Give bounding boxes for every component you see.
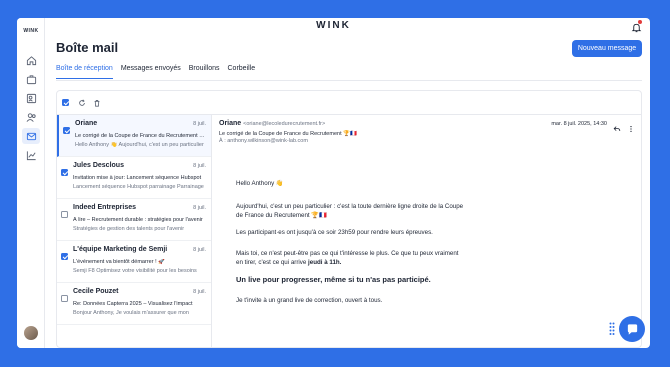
sidebar-item-jobs[interactable] [22, 71, 40, 87]
tab-drafts[interactable]: Brouillons [189, 65, 220, 79]
tab-sent[interactable]: Messages envoyés [121, 65, 181, 79]
tabs-divider [56, 80, 642, 81]
notification-dot [638, 20, 642, 24]
avatar[interactable] [24, 326, 38, 340]
email-sender: Jules Desclous [73, 162, 124, 169]
email-preview: Stratégies de gestion des talents pour l… [73, 226, 185, 232]
delete-button[interactable] [92, 98, 101, 107]
new-message-button[interactable]: Nouveau message [572, 40, 642, 57]
email-subject: L'événement va bientôt démarrer ! 🚀 [73, 259, 165, 265]
refresh-icon [78, 98, 85, 106]
notifications-button[interactable] [631, 20, 642, 33]
app-window: WINK WINK Boîte mail Nouveau message Boî… [17, 18, 650, 348]
email-subject: Invitation mise à jour: Lancement séquen… [73, 175, 202, 181]
list-item[interactable]: Cecile Pouzet 8 juil. Re: Données Capter… [57, 283, 211, 325]
email-reader: Oriane <oriane@lecoledurecrutement.fr> L… [213, 115, 641, 347]
email-preview: Hello Anthony 👋 Aujourd'hui, c'est un pe… [75, 142, 204, 148]
email-date: 8 juil. [193, 121, 206, 127]
briefcase-icon [26, 74, 36, 84]
email-subject: À lire – Recrutement durable : stratégie… [73, 217, 203, 223]
email-body: Hello Anthony 👋 Aujourd'hui, c'est un pe… [236, 179, 466, 313]
users-icon [26, 112, 36, 122]
drag-handle[interactable] [609, 322, 615, 336]
list-item[interactable]: L'équipe Marketing de Semji 8 juil. L'év… [57, 241, 211, 283]
reader-sender: Oriane <oriane@lecoledurecrutement.fr> [219, 120, 325, 127]
email-list: Oriane 8 juil. Le corrigé de la Coupe de… [57, 115, 212, 347]
list-item[interactable]: Jules Desclous 8 juil. Invitation mise à… [57, 157, 211, 199]
sidebar-item-mail[interactable] [22, 128, 40, 144]
more-vertical-icon [630, 125, 632, 133]
sidebar-item-stats[interactable] [22, 147, 40, 163]
chat-button[interactable] [619, 316, 645, 342]
email-preview: Semji F8 Optimisez votre visibilité pour… [73, 268, 197, 274]
email-subject: Re: Données Capterra 2025 – Visualisez l… [73, 301, 193, 307]
grip-icon [609, 322, 615, 335]
email-subject: Le corrigé de la Coupe de France du Recr… [75, 133, 209, 139]
reader-subject: Le corrigé de la Coupe de France du Recr… [219, 131, 357, 137]
refresh-button[interactable] [77, 98, 86, 107]
email-date: 8 juil. [193, 205, 206, 211]
email-checkbox[interactable] [61, 205, 68, 223]
chart-icon [26, 150, 36, 160]
email-sender: L'équipe Marketing de Semji [73, 246, 168, 253]
email-paragraph-text: Mais toi, ce n'est peut-être pas ce qui … [236, 250, 459, 266]
select-all-checkbox[interactable] [61, 98, 70, 107]
email-sender: Cecile Pouzet [73, 288, 119, 295]
reply-button[interactable] [613, 120, 621, 132]
mail-toolbar [57, 91, 641, 115]
email-preview: Lancement séquence Hubspot parrainage Pa… [73, 184, 204, 190]
contacts-icon [26, 93, 36, 103]
email-checkbox[interactable] [61, 289, 68, 307]
email-checkbox[interactable] [61, 247, 68, 265]
reader-date: mar. 8 juil. 2025, 14:30 [551, 121, 607, 127]
email-paragraph-bold: jeudi à 11h. [308, 259, 342, 266]
email-date: 8 juil. [193, 289, 206, 295]
reader-recipient: À : anthony.wilkinson@wink-lab.com [219, 138, 308, 144]
app-logo: WINK [316, 20, 351, 31]
sidebar-item-candidates[interactable] [22, 109, 40, 125]
page-title: Boîte mail [56, 40, 119, 55]
sidebar: WINK [17, 18, 45, 348]
email-checkbox[interactable] [61, 163, 68, 181]
email-greeting: Hello Anthony 👋 [236, 180, 284, 187]
email-paragraph: Je t'invite à un grand live de correctio… [236, 297, 383, 304]
more-options-button[interactable] [627, 120, 635, 133]
email-sender: Indeed Entreprises [73, 204, 137, 211]
chat-icon [627, 323, 637, 335]
list-item[interactable]: Indeed Entreprises 8 juil. À lire – Recr… [57, 199, 211, 241]
sidebar-item-home[interactable] [22, 52, 40, 68]
tab-inbox[interactable]: Boîte de réception [56, 65, 113, 79]
home-icon [26, 55, 36, 65]
email-paragraph: Mais toi, ce n'est peut-être pas ce qui … [236, 249, 466, 267]
email-heading: Un live pour progresser, même si tu n'as… [236, 275, 431, 284]
trash-icon [94, 99, 99, 107]
email-preview: Bonjour Anthony, Je voulais m'assurer qu… [73, 310, 189, 316]
mail-tabs: Boîte de réception Messages envoyés Brou… [56, 65, 255, 79]
list-item[interactable]: Oriane 8 juil. Le corrigé de la Coupe de… [57, 115, 211, 157]
email-paragraph: Les participant·es ont jusqu'à ce soir 2… [236, 229, 433, 236]
email-date: 8 juil. [193, 247, 206, 253]
reply-icon [613, 126, 621, 132]
email-sender: Oriane [75, 120, 98, 127]
email-date: 8 juil. [193, 163, 206, 169]
tab-trash[interactable]: Corbeille [228, 65, 256, 79]
email-paragraph: Aujourd'hui, c'est un peu particulier : … [236, 203, 464, 219]
reader-sender-name: Oriane [219, 120, 242, 127]
email-checkbox[interactable] [63, 121, 70, 139]
mail-icon [26, 132, 36, 140]
sidebar-item-contacts[interactable] [22, 90, 40, 106]
mail-panel: Oriane 8 juil. Le corrigé de la Coupe de… [56, 90, 642, 348]
reader-sender-email: <oriane@lecoledurecrutement.fr> [243, 121, 326, 127]
